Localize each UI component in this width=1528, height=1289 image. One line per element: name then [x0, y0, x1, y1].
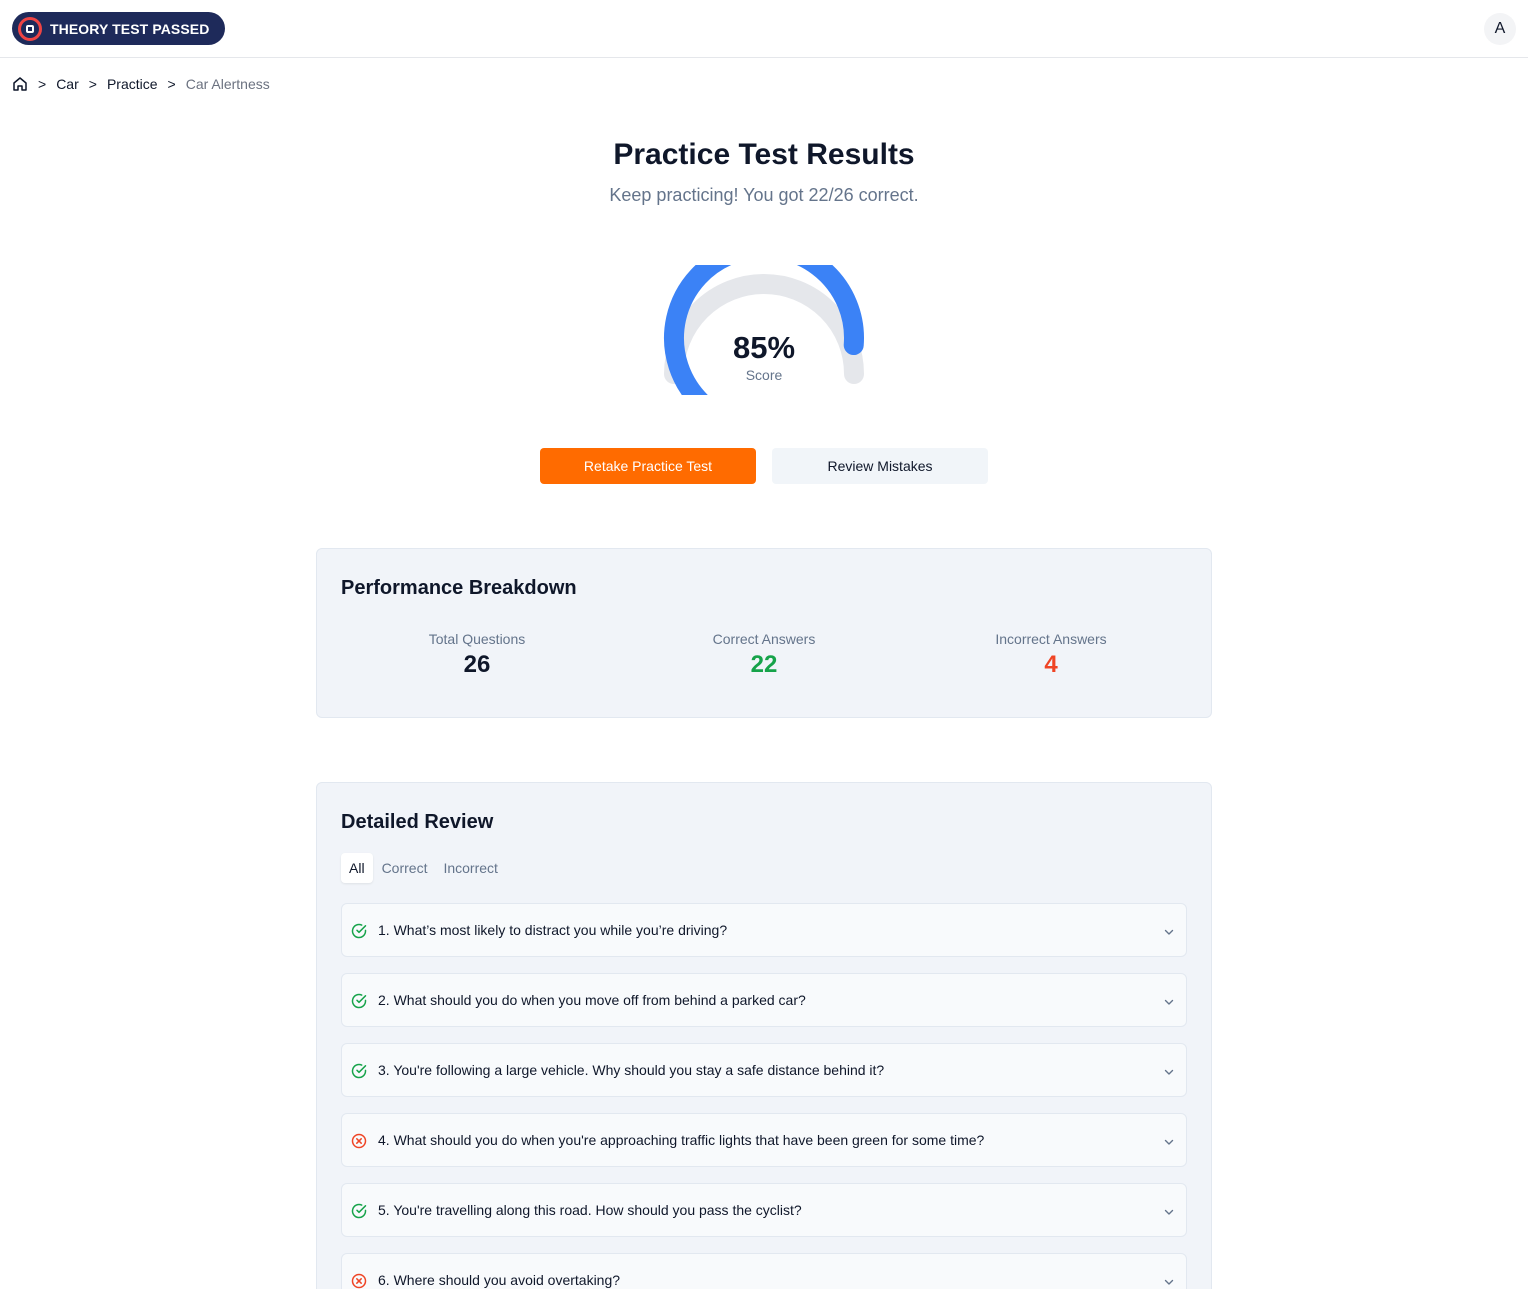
check-circle-icon	[351, 1203, 367, 1219]
review-filter-tabs: All Correct Incorrect	[341, 851, 506, 885]
check-circle-icon	[351, 993, 367, 1009]
stat-total-questions: Total Questions 26	[337, 631, 617, 679]
question-text: 2. What should you do when you move off …	[378, 992, 806, 1008]
question-item[interactable]: 6. Where should you avoid overtaking?	[341, 1253, 1187, 1289]
brand-name: THEORY TEST PASSED	[50, 20, 210, 37]
tab-correct[interactable]: Correct	[374, 853, 436, 883]
top-bar: THEORY TEST PASSED A	[0, 0, 1528, 58]
question-item[interactable]: 5. You're travelling along this road. Ho…	[341, 1183, 1187, 1237]
tab-incorrect[interactable]: Incorrect	[435, 853, 505, 883]
breadcrumb-separator: >	[88, 76, 97, 92]
question-item[interactable]: 3. You're following a large vehicle. Why…	[341, 1043, 1187, 1097]
logo-badge-icon	[18, 16, 42, 41]
check-circle-icon	[351, 1063, 367, 1079]
stat-label: Total Questions	[428, 631, 526, 647]
score-label: Score	[745, 367, 783, 383]
chevron-down-icon	[1163, 1205, 1175, 1217]
breadcrumb-separator: >	[38, 76, 47, 92]
tab-all[interactable]: All	[341, 853, 373, 883]
question-text: 6. Where should you avoid overtaking?	[378, 1272, 621, 1288]
stat-label: Incorrect Answers	[995, 631, 1107, 647]
review-mistakes-button[interactable]: Review Mistakes	[772, 448, 988, 484]
score-gauge: 85% Score	[655, 265, 873, 395]
breadcrumb-separator: >	[167, 76, 176, 92]
check-circle-icon	[351, 923, 367, 939]
chevron-down-icon	[1163, 1275, 1175, 1287]
question-item[interactable]: 1. What’s most likely to distract you wh…	[341, 903, 1187, 957]
user-avatar[interactable]: A	[1484, 13, 1516, 45]
stat-correct-answers: Correct Answers 22	[624, 631, 904, 679]
question-text: 5. You're travelling along this road. Ho…	[378, 1202, 802, 1218]
x-circle-icon	[351, 1133, 367, 1149]
stat-label: Correct Answers	[712, 631, 816, 647]
question-item[interactable]: 2. What should you do when you move off …	[341, 973, 1187, 1027]
results-subtitle: Keep practicing! You got 22/26 correct.	[609, 185, 919, 205]
retake-practice-test-button[interactable]: Retake Practice Test	[540, 448, 756, 484]
breadcrumb: > Car > Practice > Car Alertness	[12, 74, 270, 94]
question-text: 1. What’s most likely to distract you wh…	[378, 922, 728, 938]
breadcrumb-current: Car Alertness	[185, 76, 270, 92]
question-text: 3. You're following a large vehicle. Why…	[378, 1062, 885, 1078]
stat-value: 22	[750, 651, 778, 678]
stat-value: 26	[463, 651, 491, 678]
breadcrumb-practice[interactable]: Practice	[107, 76, 158, 92]
detailed-review-card: Detailed Review All Correct Incorrect 1.…	[316, 782, 1212, 1289]
brand-logo[interactable]: THEORY TEST PASSED	[12, 12, 226, 45]
chevron-down-icon	[1163, 1065, 1175, 1077]
score-value: 85%	[732, 330, 796, 365]
performance-breakdown-card: Performance Breakdown Total Questions 26…	[316, 548, 1212, 718]
question-text: 4. What should you do when you're approa…	[378, 1132, 985, 1148]
chevron-down-icon	[1163, 1135, 1175, 1147]
stat-incorrect-answers: Incorrect Answers 4	[911, 631, 1191, 679]
review-title: Detailed Review	[341, 811, 494, 833]
stat-value: 4	[1044, 651, 1058, 678]
performance-title: Performance Breakdown	[341, 577, 577, 599]
question-item[interactable]: 4. What should you do when you're approa…	[341, 1113, 1187, 1167]
breadcrumb-car[interactable]: Car	[56, 76, 79, 92]
home-icon[interactable]	[12, 76, 28, 92]
chevron-down-icon	[1163, 995, 1175, 1007]
x-circle-icon	[351, 1273, 367, 1289]
chevron-down-icon	[1163, 925, 1175, 937]
page-title: Practice Test Results	[613, 138, 915, 171]
